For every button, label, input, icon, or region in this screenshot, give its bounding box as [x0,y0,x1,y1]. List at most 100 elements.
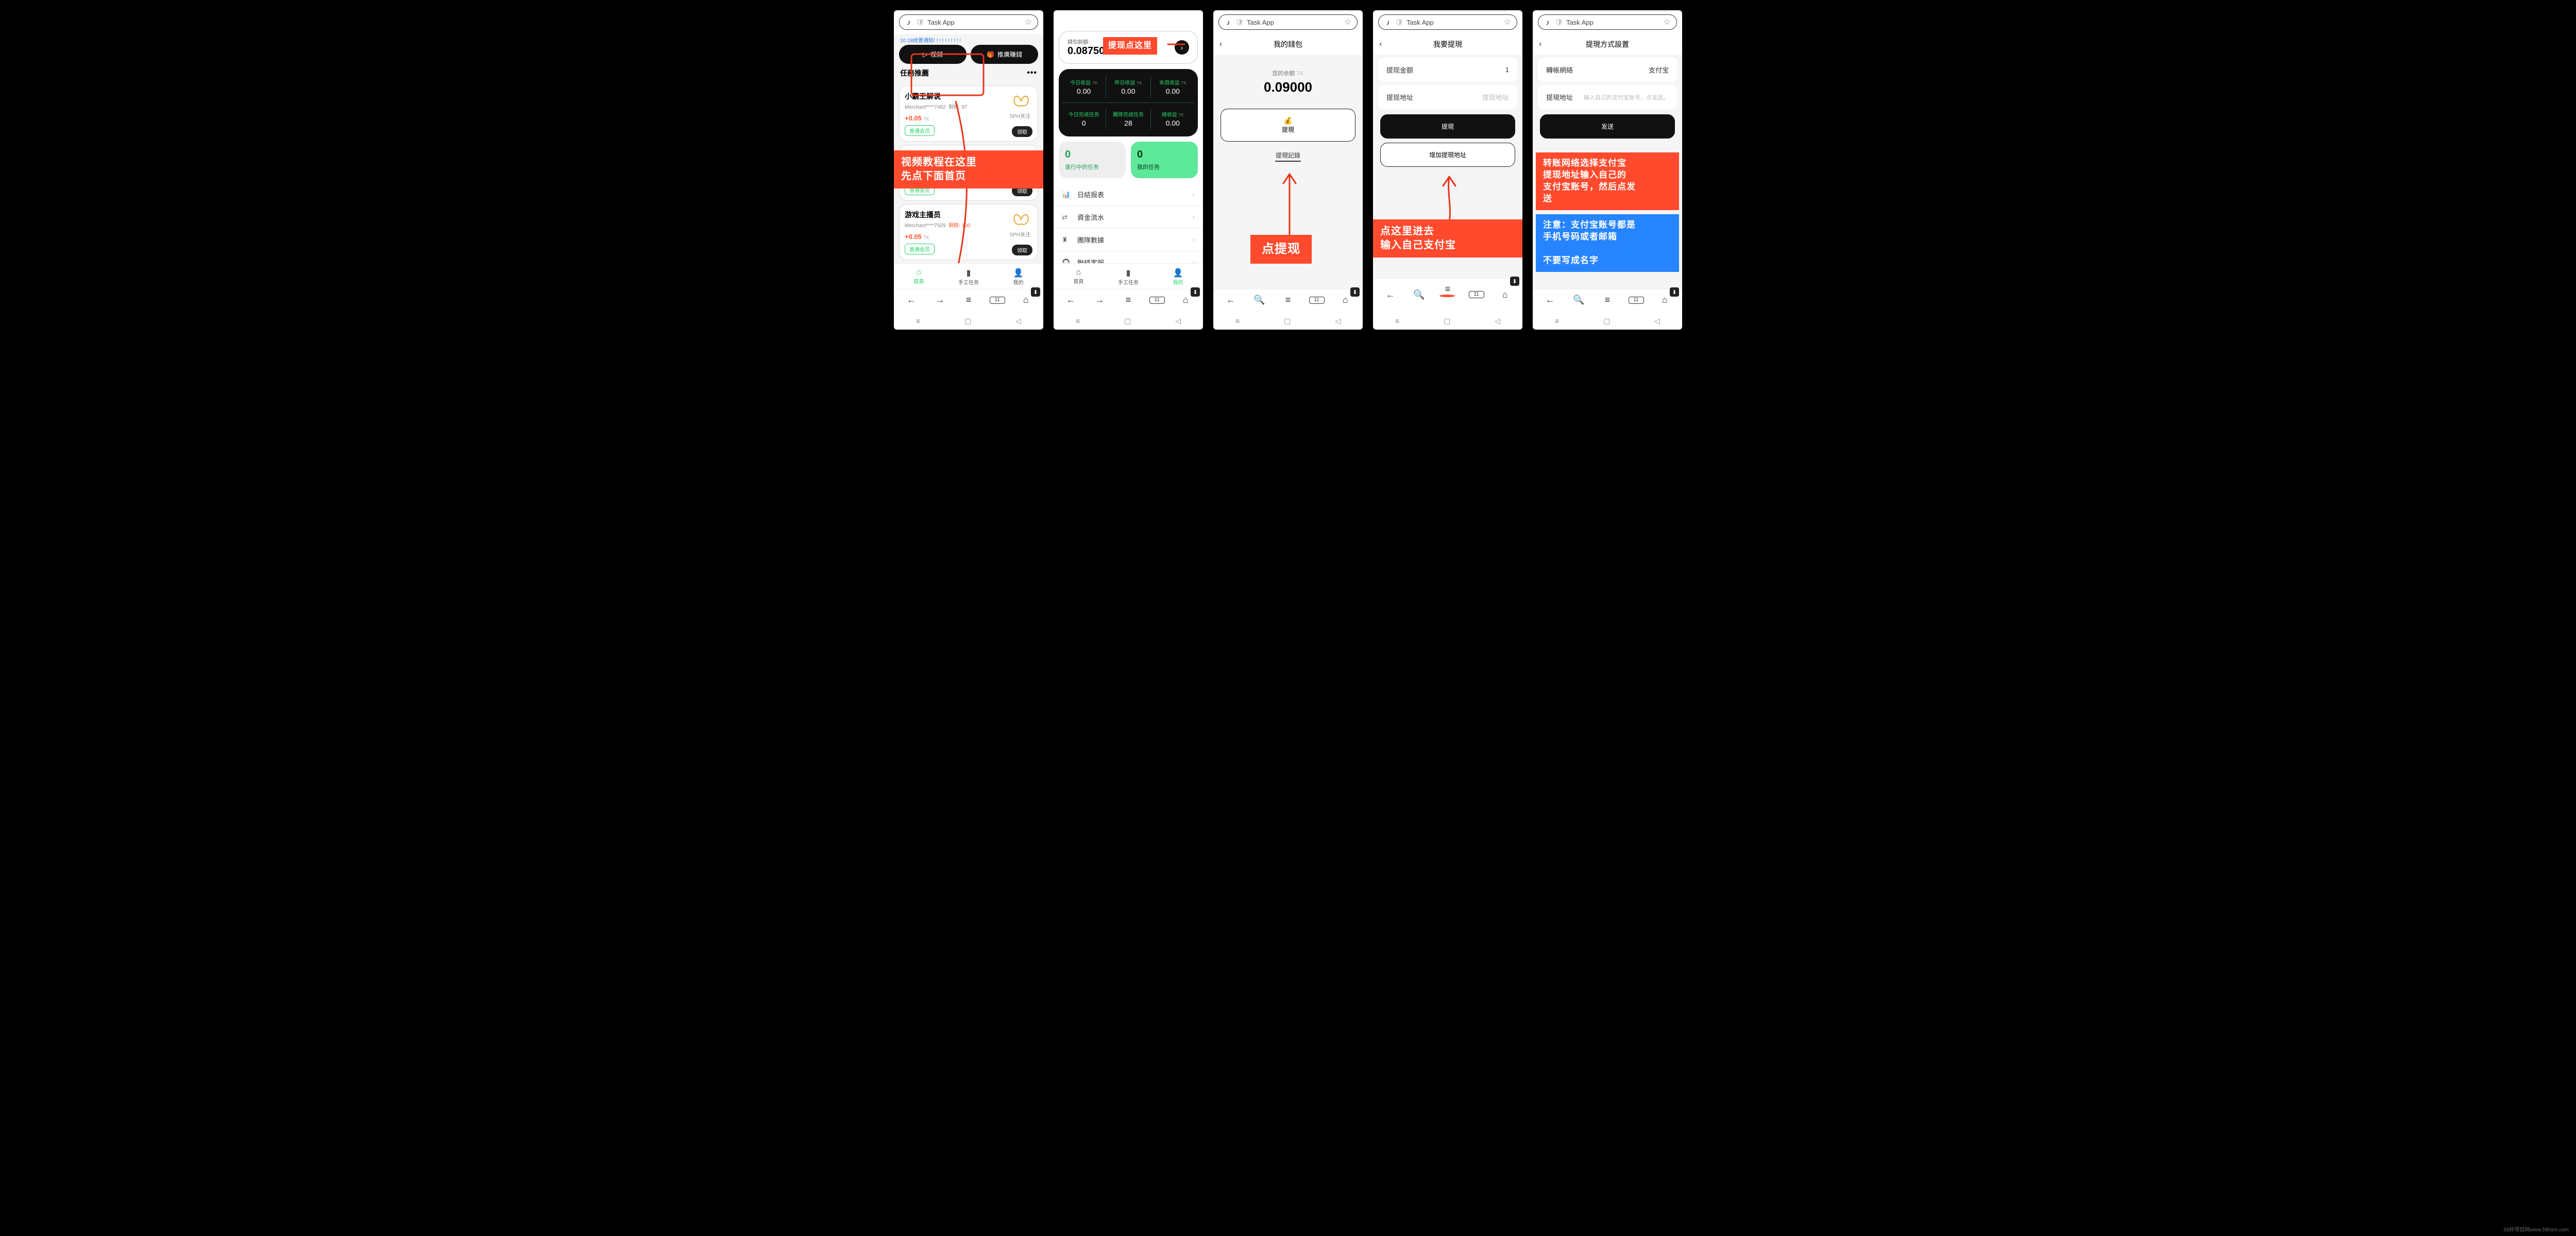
system-nav: ≡ ▢ ◁ [894,311,1043,330]
task-tag: SPH关注 [1009,112,1030,119]
browser-toolbar: ← 🔍 ≡ 11 ⌂ ⬇ [1533,289,1682,311]
nav-back-icon[interactable]: ◁ [1015,317,1021,325]
app-header: ♪ 🛡 Task App ☆ [1378,14,1517,30]
star-icon[interactable]: ☆ [1024,18,1032,26]
withdraw-icon: 💰 [1228,116,1348,125]
browser-toolbar: ← 🔍 ≡ 11 ⌂ ⬇ [1213,289,1363,311]
download-icon[interactable]: ⬇ [1670,287,1679,297]
menu-daily-report[interactable]: 📊日結报表› [1054,183,1203,206]
amount-row[interactable]: 提现金额 1 [1378,58,1517,82]
menu-list: 📊日結报表› ⇄資金流水› ♜團隊數據› 🎧聯絡客服› ✉邀請好友› [1054,183,1203,263]
more-icon[interactable]: ••• [1027,68,1037,78]
shield-icon: 🛡 [916,18,924,26]
home-icon[interactable]: ⌂ [1497,289,1513,300]
report-icon: 📊 [1062,191,1072,199]
add-address-button[interactable]: 增加提現地址 [1380,143,1515,167]
address-placeholder: 提现地址 [1482,92,1509,102]
network-value: 支付宝 [1649,65,1669,75]
my-tasks-box[interactable]: 0我的任务 [1131,142,1198,178]
hand-drawn-arrow [1439,170,1460,222]
app-header: ♪ 🛡 Task App ☆ [1218,14,1358,30]
section-title: 任務推薦 [900,68,929,78]
chevron-right-icon: › [1193,191,1195,198]
task-icon: ▮ [944,268,994,278]
team-icon: ♜ [1062,236,1072,244]
bottom-tabbar: ⌂首頁 ▮手工任务 👤我的 [894,263,1043,289]
app-title: Task App [927,19,1021,26]
task-card[interactable]: 游戏主播员 Merchant****7929 剩餘: 100 +0.05 TK … [899,204,1038,260]
menu-icon[interactable]: ≡ [1600,295,1615,305]
back-icon[interactable]: ← [1383,289,1398,300]
download-icon[interactable]: ⬇ [1350,287,1360,297]
balance-value: 0.08750 [1067,45,1105,57]
annotation-red: 转账网络选择支付宝提现地址输入自己的支付宝账号，然后点发送 [1536,152,1679,210]
promote-button[interactable]: 🎁推廣賺錢 [971,45,1038,64]
back-icon[interactable]: ← [904,295,919,305]
hand-drawn-arrow [1279,168,1300,235]
search-icon[interactable]: 🔍 [1251,295,1267,305]
balance-label: 錢包餘額: [1067,38,1105,45]
screen-1-home: ♪ 🛡 Task App ☆ 10.18统置通知! ! ! ! ! ! ! ! … [894,10,1043,330]
back-icon[interactable]: ← [1223,295,1239,305]
shield-icon: 🛡 [1235,18,1244,26]
search-icon[interactable]: 🔍 [1571,295,1586,305]
page-title: 提現方式設置 [1586,39,1629,49]
in-progress-box[interactable]: 0進行中的任务 [1059,142,1126,178]
watermark: 58好项目网www.58hxm.com [2503,1225,2569,1233]
nav-home-icon[interactable]: ▢ [964,317,971,325]
tabs-count[interactable]: 11 [990,297,1005,304]
tab-home[interactable]: ⌂首頁 [894,264,944,289]
menu-icon[interactable]: ≡ [961,295,976,305]
annotation-text: 点提现 [1250,235,1312,264]
withdraw-button[interactable]: 提現 [1380,114,1515,139]
tab-home[interactable]: ⌂首頁 [1054,264,1104,289]
download-icon[interactable]: ⬇ [1031,287,1040,297]
gift-icon: 🎁 [987,51,994,58]
download-icon[interactable]: ⬇ [1510,277,1519,286]
tiktok-icon: ♪ [1224,18,1232,26]
menu-icon[interactable]: ≡ [1280,295,1296,305]
browser-toolbar: ← → ≡ 11 ⌂ ⬇ [894,289,1043,311]
back-icon[interactable]: ← [1063,295,1079,305]
back-icon[interactable]: ‹ [1219,40,1222,49]
menu-fund-flow[interactable]: ⇄資金流水› [1054,206,1203,229]
annotation-blue: 注意：支付宝账号都是手机号码或者邮箱不要写成名字 [1536,214,1679,272]
send-button[interactable]: 发送 [1540,114,1675,139]
download-icon[interactable]: ⬇ [1191,287,1200,297]
history-tab[interactable]: 提現記錄 [1213,146,1363,167]
back-icon[interactable]: ‹ [1379,40,1382,49]
menu-icon[interactable]: ≡ [1121,295,1136,305]
page-title-bar: ‹ 我的錢包 [1213,34,1363,55]
network-row[interactable]: 轉帳網絡 支付宝 [1538,58,1677,82]
menu-support[interactable]: 🎧聯絡客服› [1054,251,1203,263]
forward-icon[interactable]: → [1092,295,1107,305]
user-icon: 👤 [993,268,1043,278]
menu-team-data[interactable]: ♜團隊數據› [1054,229,1203,251]
back-icon[interactable]: ← [1543,295,1558,305]
back-icon[interactable]: ‹ [1539,40,1541,49]
tab-mine[interactable]: 👤我的 [993,264,1043,289]
arrow-right-icon[interactable]: › [1175,40,1189,55]
claim-button[interactable]: 领取 [1012,245,1032,255]
address-row[interactable]: 提现地址 提现地址 [1378,85,1517,109]
annotation-text: 视频教程在这里先点下面首页 [894,150,1043,188]
tab-mine[interactable]: 👤我的 [1153,264,1203,289]
address-placeholder: 输入自己的支付宝账号，点发送。 [1584,93,1669,101]
app-header: ♪ 🛡 Task App ☆ [899,14,1038,30]
claim-button[interactable]: 领取 [1012,126,1032,137]
address-row[interactable]: 提現地址 输入自己的支付宝账号，点发送。 [1538,85,1677,109]
search-icon[interactable]: 🔍 [1411,289,1427,300]
menu-icon[interactable]: ≡ [1440,284,1455,305]
video-button[interactable]: ▷视频 [899,45,967,64]
announcement-marquee: 10.18统置通知! ! ! ! ! ! ! ! ! ! [894,34,1043,45]
withdraw-button[interactable]: 💰 提現 [1221,109,1355,142]
butterfly-icon [1012,93,1030,109]
forward-icon[interactable]: → [932,295,947,305]
star-icon[interactable]: ☆ [1344,18,1352,26]
nav-menu-icon[interactable]: ≡ [916,317,920,325]
browser-toolbar: ← 🔍 ≡ 11 ⌂ ⬇ [1373,278,1522,311]
tab-manual[interactable]: ▮手工任务 [1104,264,1154,289]
task-card[interactable]: 小霸王解说 Merchant****7482 剩餘: 97 +0.05 TK 普… [899,85,1038,142]
annotation-tag: 提现点这里 [1103,37,1157,55]
tab-manual[interactable]: ▮手工任务 [944,264,994,289]
